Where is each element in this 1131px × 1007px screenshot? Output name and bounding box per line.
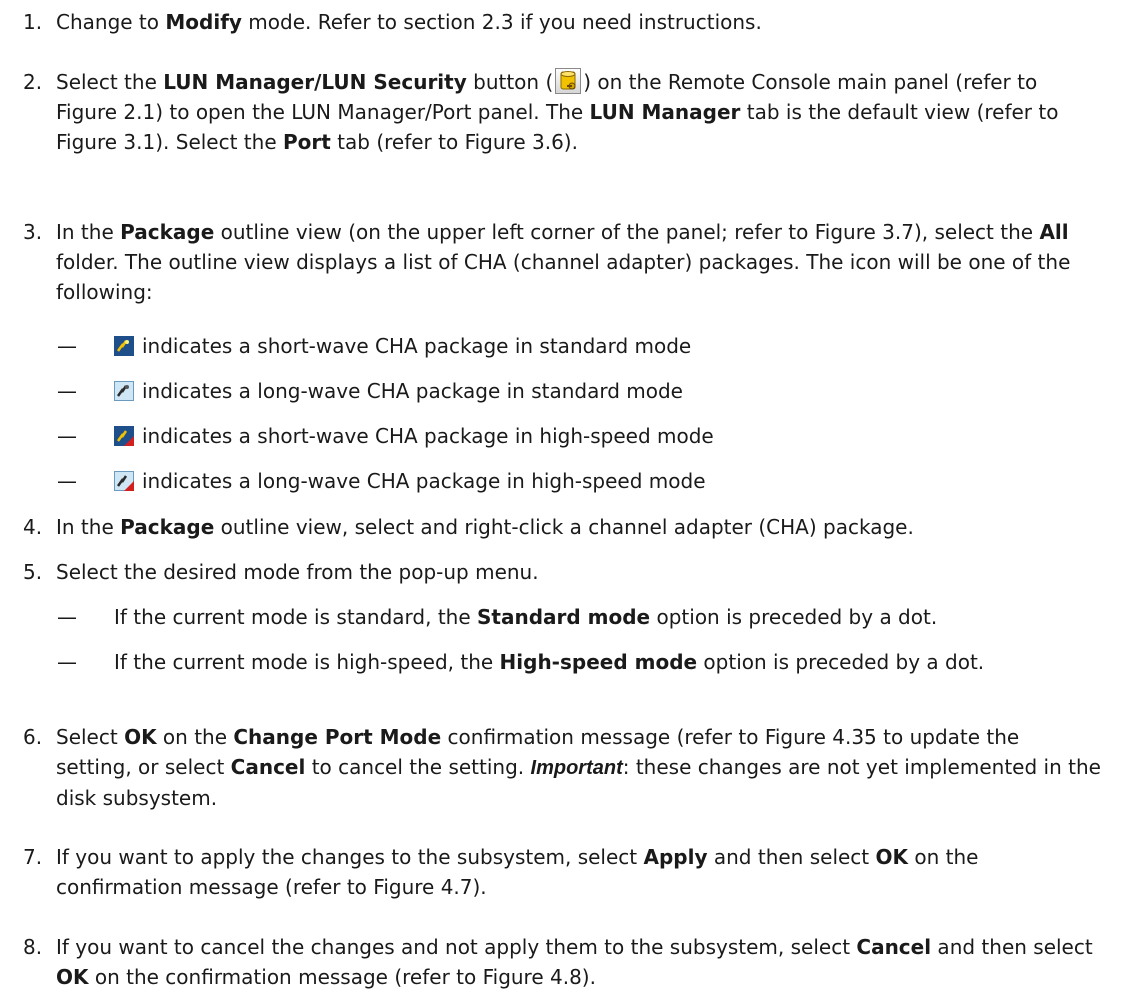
step-5: 5. Select the desired mode from the pop-… xyxy=(23,557,1101,587)
step-number: 2. xyxy=(23,70,43,94)
step-text: Select the desired mode from the pop-up … xyxy=(56,560,539,584)
step-3: 3. In the Package outline view (on the u… xyxy=(23,217,1101,307)
step-6: 6. Select OK on the Change Port Mode con… xyxy=(23,722,1101,813)
important-label: Important xyxy=(530,757,623,779)
long-wave-high-speed-icon xyxy=(114,471,134,491)
procedure-document: 1. Change to Modify mode. Refer to secti… xyxy=(0,0,1131,1007)
step-text: Select OK on the Change Port Mode confir… xyxy=(56,725,1101,810)
step-number: 4. xyxy=(23,515,43,539)
step-number: 8. xyxy=(23,935,43,959)
lun-security-button-icon xyxy=(555,68,582,94)
list-item: — If the current mode is standard, the S… xyxy=(57,605,938,629)
list-item: — indicates a short-wave CHA package in … xyxy=(57,424,714,448)
step-text: Select the LUN Manager/LUN Security butt… xyxy=(56,68,1059,154)
step-number: 3. xyxy=(23,220,43,244)
step-text: If you want to apply the changes to the … xyxy=(56,845,979,899)
step-4: 4. In the Package outline view, select a… xyxy=(23,512,1101,542)
step-text: If you want to cancel the changes and no… xyxy=(56,935,1093,989)
step-number: 5. xyxy=(23,560,43,584)
step-7: 7. If you want to apply the changes to t… xyxy=(23,842,1101,902)
list-item: — indicates a long-wave CHA package in s… xyxy=(57,379,683,403)
step-1: 1. Change to Modify mode. Refer to secti… xyxy=(23,7,1101,37)
step-8: 8. If you want to cancel the changes and… xyxy=(23,932,1101,992)
step-text: In the Package outline view, select and … xyxy=(56,515,914,539)
step-number: 6. xyxy=(23,725,43,749)
list-item: — If the current mode is high-speed, the… xyxy=(57,650,985,674)
short-wave-standard-icon xyxy=(114,336,134,356)
long-wave-standard-icon xyxy=(114,381,134,401)
step-text: Change to Modify mode. Refer to section … xyxy=(56,10,762,34)
step-number: 1. xyxy=(23,10,43,34)
step-text: In the Package outline view (on the uppe… xyxy=(56,220,1071,304)
step-2: 2. Select the LUN Manager/LUN Security b… xyxy=(23,67,1101,157)
short-wave-high-speed-icon xyxy=(114,426,134,446)
list-item: — indicates a short-wave CHA package in … xyxy=(57,334,692,358)
list-item: — indicates a long-wave CHA package in h… xyxy=(57,469,706,493)
step-number: 7. xyxy=(23,845,43,869)
